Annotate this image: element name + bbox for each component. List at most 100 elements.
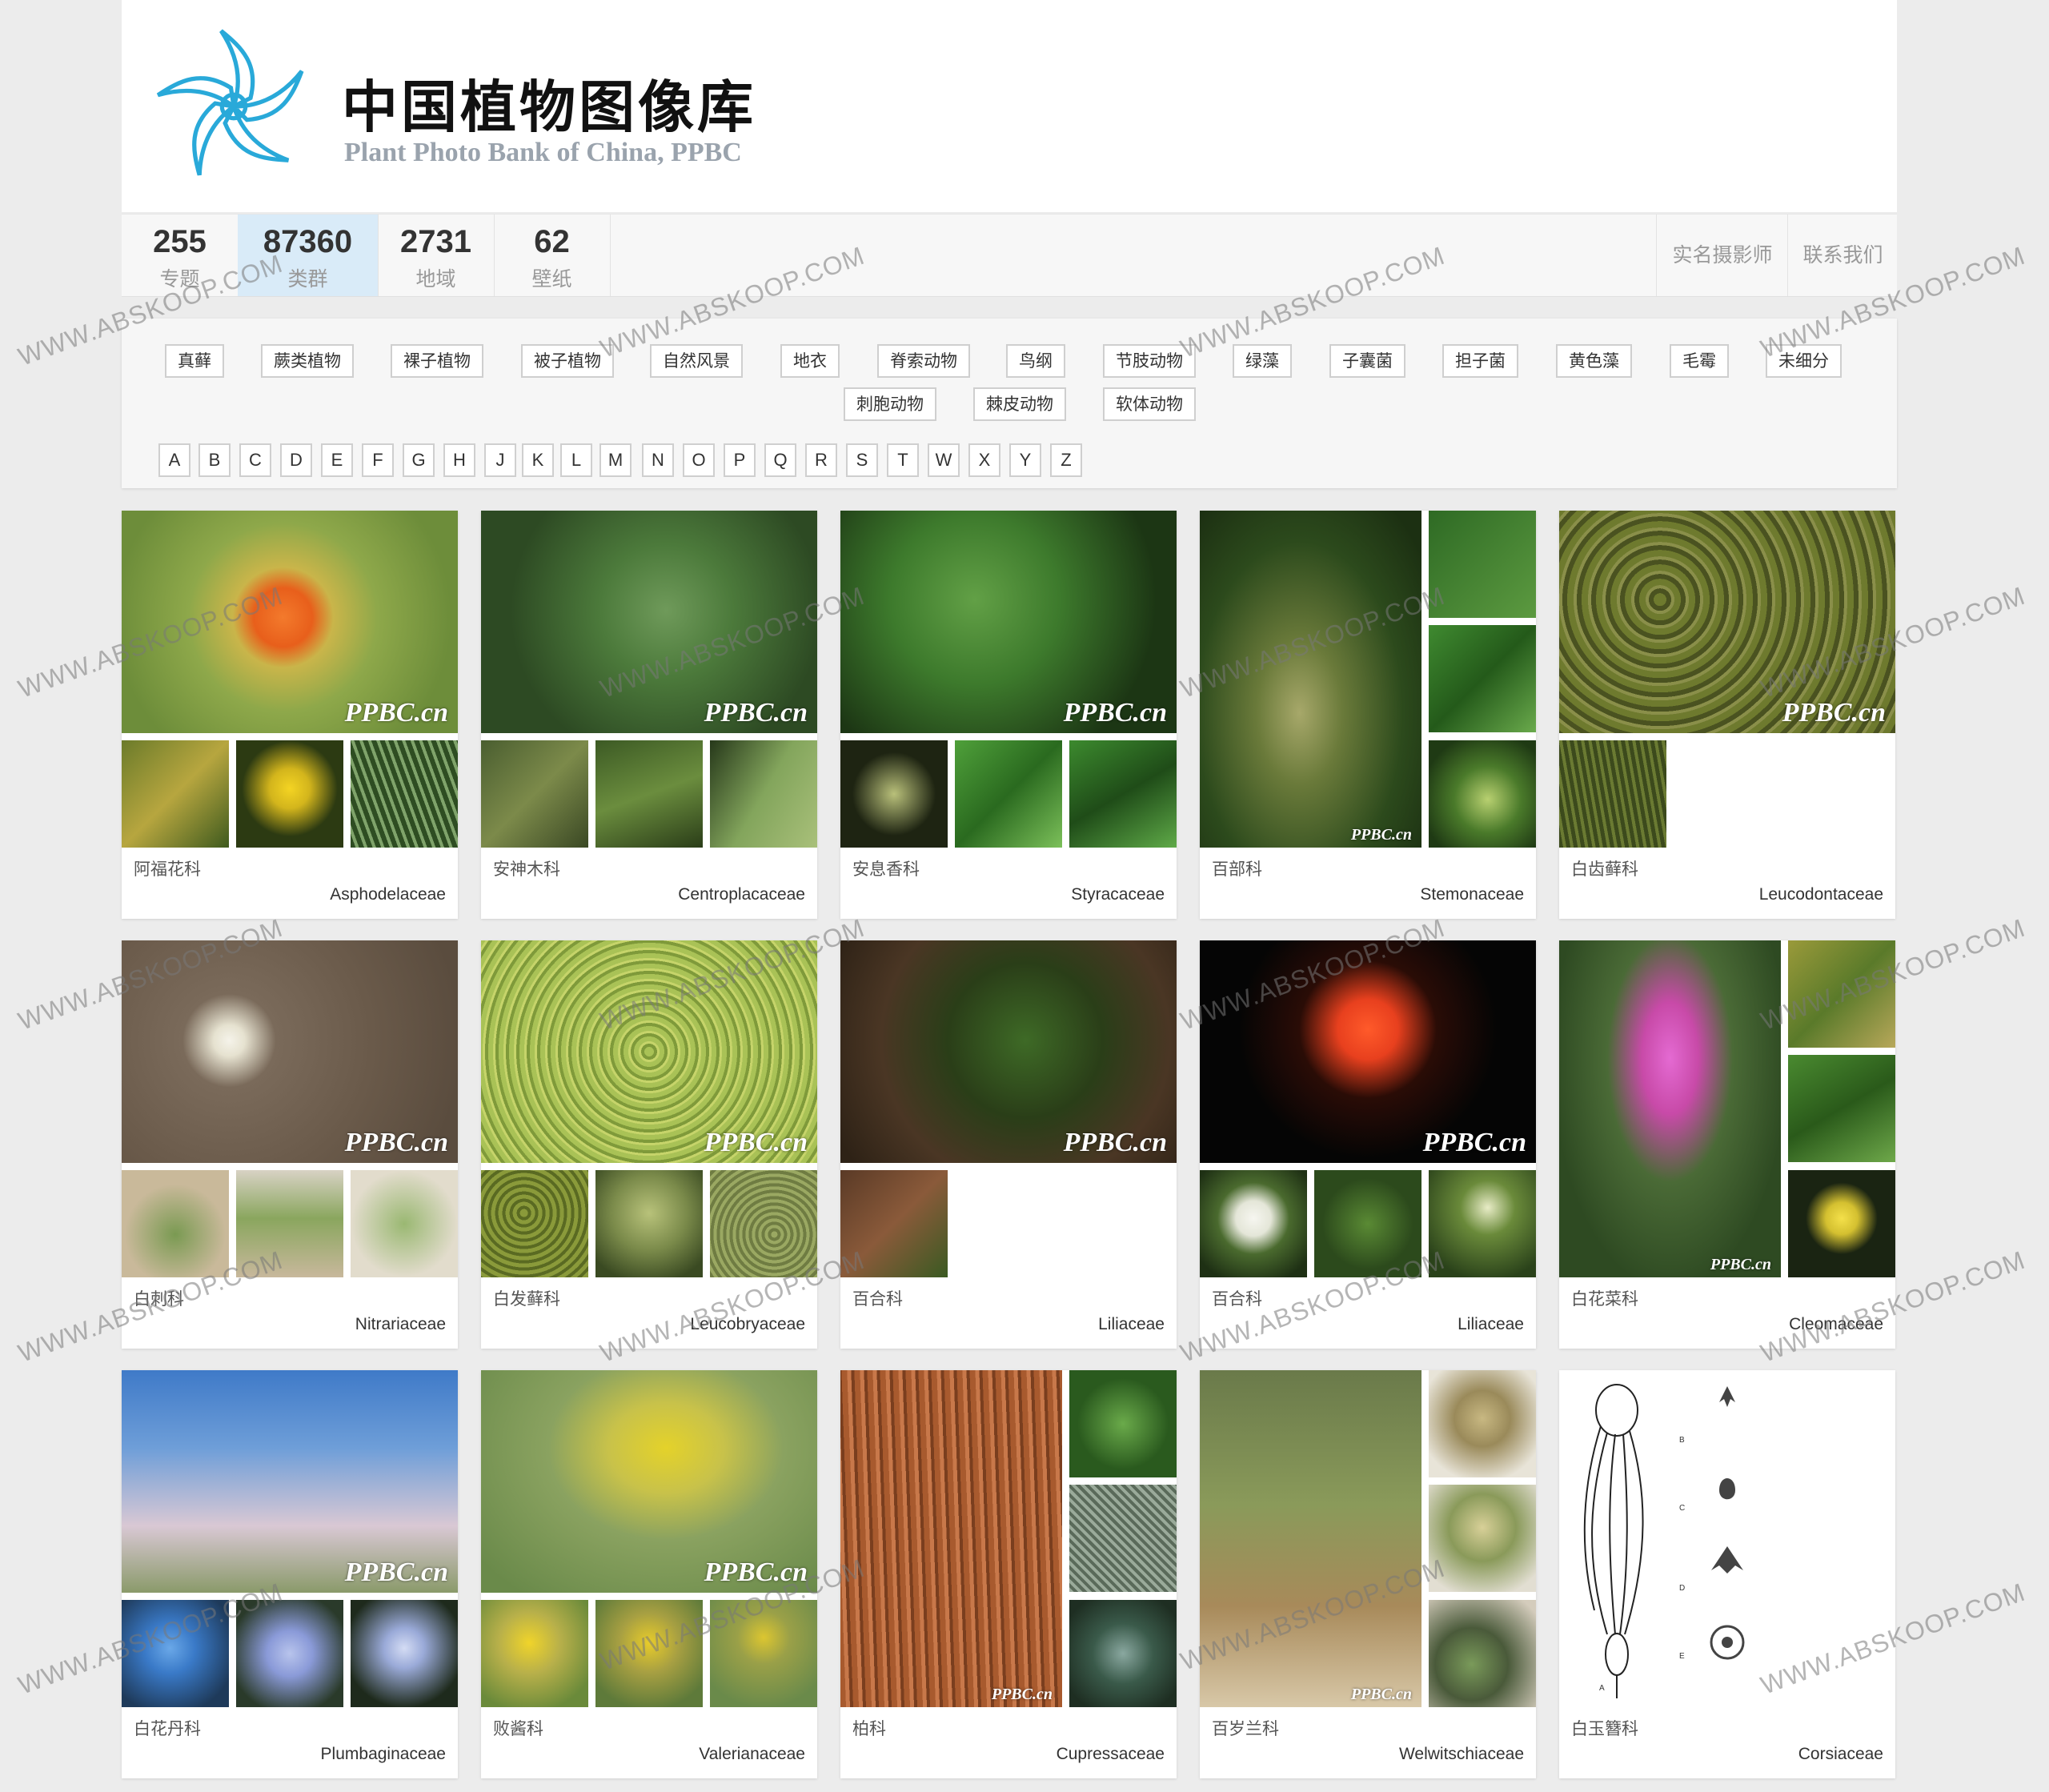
stat-wallpapers[interactable]: 62 壁纸	[494, 214, 611, 296]
family-card[interactable]: PPBC.cn 百合科 Liliaceae	[1200, 940, 1536, 1349]
letter-filter[interactable]: H	[443, 443, 475, 477]
main-photo[interactable]: PPBC.cn	[122, 940, 458, 1163]
main-photo[interactable]: PPBC.cn	[122, 511, 458, 733]
letter-filter[interactable]: G	[403, 443, 435, 477]
family-card[interactable]: PPBC.cn 白花丹科 Plumbaginaceae	[122, 1370, 458, 1778]
category-tag[interactable]: 软体动物	[1103, 387, 1196, 421]
category-tag[interactable]: 蕨类植物	[261, 344, 354, 378]
thumb-photo[interactable]	[351, 1170, 458, 1277]
thumb-photo[interactable]	[595, 1600, 703, 1707]
letter-filter[interactable]: A	[158, 443, 190, 477]
thumb-photo[interactable]	[1429, 1600, 1536, 1707]
site-title[interactable]: 中国植物图像库	[342, 62, 756, 143]
category-tag[interactable]: 刺胞动物	[844, 387, 936, 421]
thumb-photo[interactable]	[1069, 740, 1177, 848]
letter-filter[interactable]: Z	[1050, 443, 1082, 477]
thumb-photo[interactable]	[1069, 1485, 1177, 1592]
family-card[interactable]: PPBC.cn 白发藓科 Leucobryaceae	[481, 940, 817, 1349]
letter-filter[interactable]: S	[846, 443, 878, 477]
letter-filter[interactable]: F	[362, 443, 394, 477]
category-tag[interactable]: 担子菌	[1442, 344, 1518, 378]
family-card[interactable]: PPBC.cn 百岁兰科 Welwitschiaceae	[1200, 1370, 1536, 1778]
pinwheel-logo-icon[interactable]	[150, 22, 318, 190]
category-tag[interactable]: 棘皮动物	[973, 387, 1066, 421]
letter-filter[interactable]: R	[805, 443, 837, 477]
family-card[interactable]: PPBC.cn 百合科 Liliaceae	[840, 940, 1177, 1349]
family-card[interactable]: PPBC.cn 白花菜科 Cleomaceae	[1559, 940, 1895, 1349]
thumb-photo[interactable]	[481, 1170, 588, 1277]
main-photo[interactable]: PPBC.cn	[1200, 511, 1421, 848]
stat-taxa[interactable]: 87360 类群	[238, 214, 379, 296]
thumb-photo[interactable]	[955, 740, 1062, 848]
thumb-photo[interactable]	[1200, 1170, 1307, 1277]
category-tag[interactable]: 被子植物	[521, 344, 614, 378]
stat-topics[interactable]: 255 专题	[122, 214, 239, 296]
category-tag[interactable]: 自然风景	[650, 344, 743, 378]
thumb-photo[interactable]	[1429, 511, 1536, 618]
thumb-photo[interactable]	[1069, 1370, 1177, 1477]
family-card[interactable]: B C D E A 白玉簪科 Corsiaceae	[1559, 1370, 1895, 1778]
letter-filter[interactable]: L	[560, 443, 592, 477]
letter-filter[interactable]: M	[599, 443, 632, 477]
thumb-photo[interactable]	[1069, 1600, 1177, 1707]
family-card[interactable]: PPBC.cn 百部科 Stemonaceae	[1200, 511, 1536, 919]
thumb-photo[interactable]	[1788, 940, 1895, 1048]
thumb-photo[interactable]	[122, 1600, 229, 1707]
category-tag[interactable]: 脊索动物	[877, 344, 970, 378]
letter-filter[interactable]: C	[239, 443, 271, 477]
thumb-photo[interactable]	[1788, 1055, 1895, 1162]
letter-filter[interactable]: Y	[1009, 443, 1041, 477]
main-photo[interactable]: PPBC.cn	[1200, 940, 1536, 1163]
category-tag[interactable]: 节肢动物	[1103, 344, 1196, 378]
letter-filter[interactable]: N	[642, 443, 674, 477]
category-tag[interactable]: 裸子植物	[391, 344, 483, 378]
thumb-photo[interactable]	[1429, 740, 1536, 848]
thumb-photo[interactable]	[236, 1600, 343, 1707]
main-photo[interactable]: PPBC.cn	[481, 940, 817, 1163]
thumb-photo[interactable]	[710, 1600, 817, 1707]
contact-link[interactable]: 联系我们	[1787, 214, 1898, 296]
thumb-photo[interactable]	[595, 1170, 703, 1277]
main-photo[interactable]: PPBC.cn	[1559, 940, 1781, 1277]
letter-filter[interactable]: W	[928, 443, 960, 477]
letter-filter[interactable]: D	[280, 443, 312, 477]
thumb-photo[interactable]	[1429, 1370, 1536, 1477]
main-photo[interactable]: PPBC.cn	[840, 940, 1177, 1163]
family-card[interactable]: PPBC.cn 白刺科 Nitrariaceae	[122, 940, 458, 1349]
thumb-photo[interactable]	[710, 1170, 817, 1277]
thumb-photo[interactable]	[481, 1600, 588, 1707]
family-card[interactable]: PPBC.cn 安神木科 Centroplacaceae	[481, 511, 817, 919]
main-photo[interactable]: PPBC.cn	[840, 1370, 1062, 1707]
family-card[interactable]: PPBC.cn 白齿藓科 Leucodontaceae	[1559, 511, 1895, 919]
family-card[interactable]: PPBC.cn 败酱科 Valerianaceae	[481, 1370, 817, 1778]
letter-filter[interactable]: E	[321, 443, 353, 477]
thumb-photo[interactable]	[122, 1170, 229, 1277]
category-tag[interactable]: 鸟纲	[1006, 344, 1065, 378]
thumb-photo[interactable]	[351, 740, 458, 848]
family-card[interactable]: PPBC.cn 阿福花科 Asphodelaceae	[122, 511, 458, 919]
letter-filter[interactable]: P	[724, 443, 756, 477]
thumb-photo[interactable]	[710, 740, 817, 848]
thumb-photo[interactable]	[1429, 1170, 1536, 1277]
main-photo[interactable]: PPBC.cn	[481, 1370, 817, 1593]
thumb-photo[interactable]	[122, 740, 229, 848]
letter-filter[interactable]: B	[198, 443, 231, 477]
letter-filter[interactable]: K	[522, 443, 554, 477]
category-tag[interactable]: 未细分	[1766, 344, 1842, 378]
letter-filter[interactable]: T	[887, 443, 919, 477]
thumb-photo[interactable]	[1429, 1485, 1536, 1592]
thumb-photo[interactable]	[1788, 1170, 1895, 1277]
thumb-photo[interactable]	[1314, 1170, 1421, 1277]
letter-filter[interactable]: J	[484, 443, 516, 477]
thumb-photo[interactable]	[236, 1170, 343, 1277]
main-photo[interactable]: PPBC.cn	[1200, 1370, 1421, 1707]
category-tag[interactable]: 真藓	[165, 344, 224, 378]
family-card[interactable]: PPBC.cn 柏科 Cupressaceae	[840, 1370, 1177, 1778]
photographers-link[interactable]: 实名摄影师	[1656, 214, 1788, 296]
category-tag[interactable]: 绿藻	[1233, 344, 1292, 378]
thumb-photo[interactable]	[1429, 625, 1536, 732]
family-card[interactable]: PPBC.cn 安息香科 Styracaceae	[840, 511, 1177, 919]
thumb-photo[interactable]	[595, 740, 703, 848]
thumb-photo[interactable]	[840, 740, 948, 848]
thumb-photo[interactable]	[481, 740, 588, 848]
